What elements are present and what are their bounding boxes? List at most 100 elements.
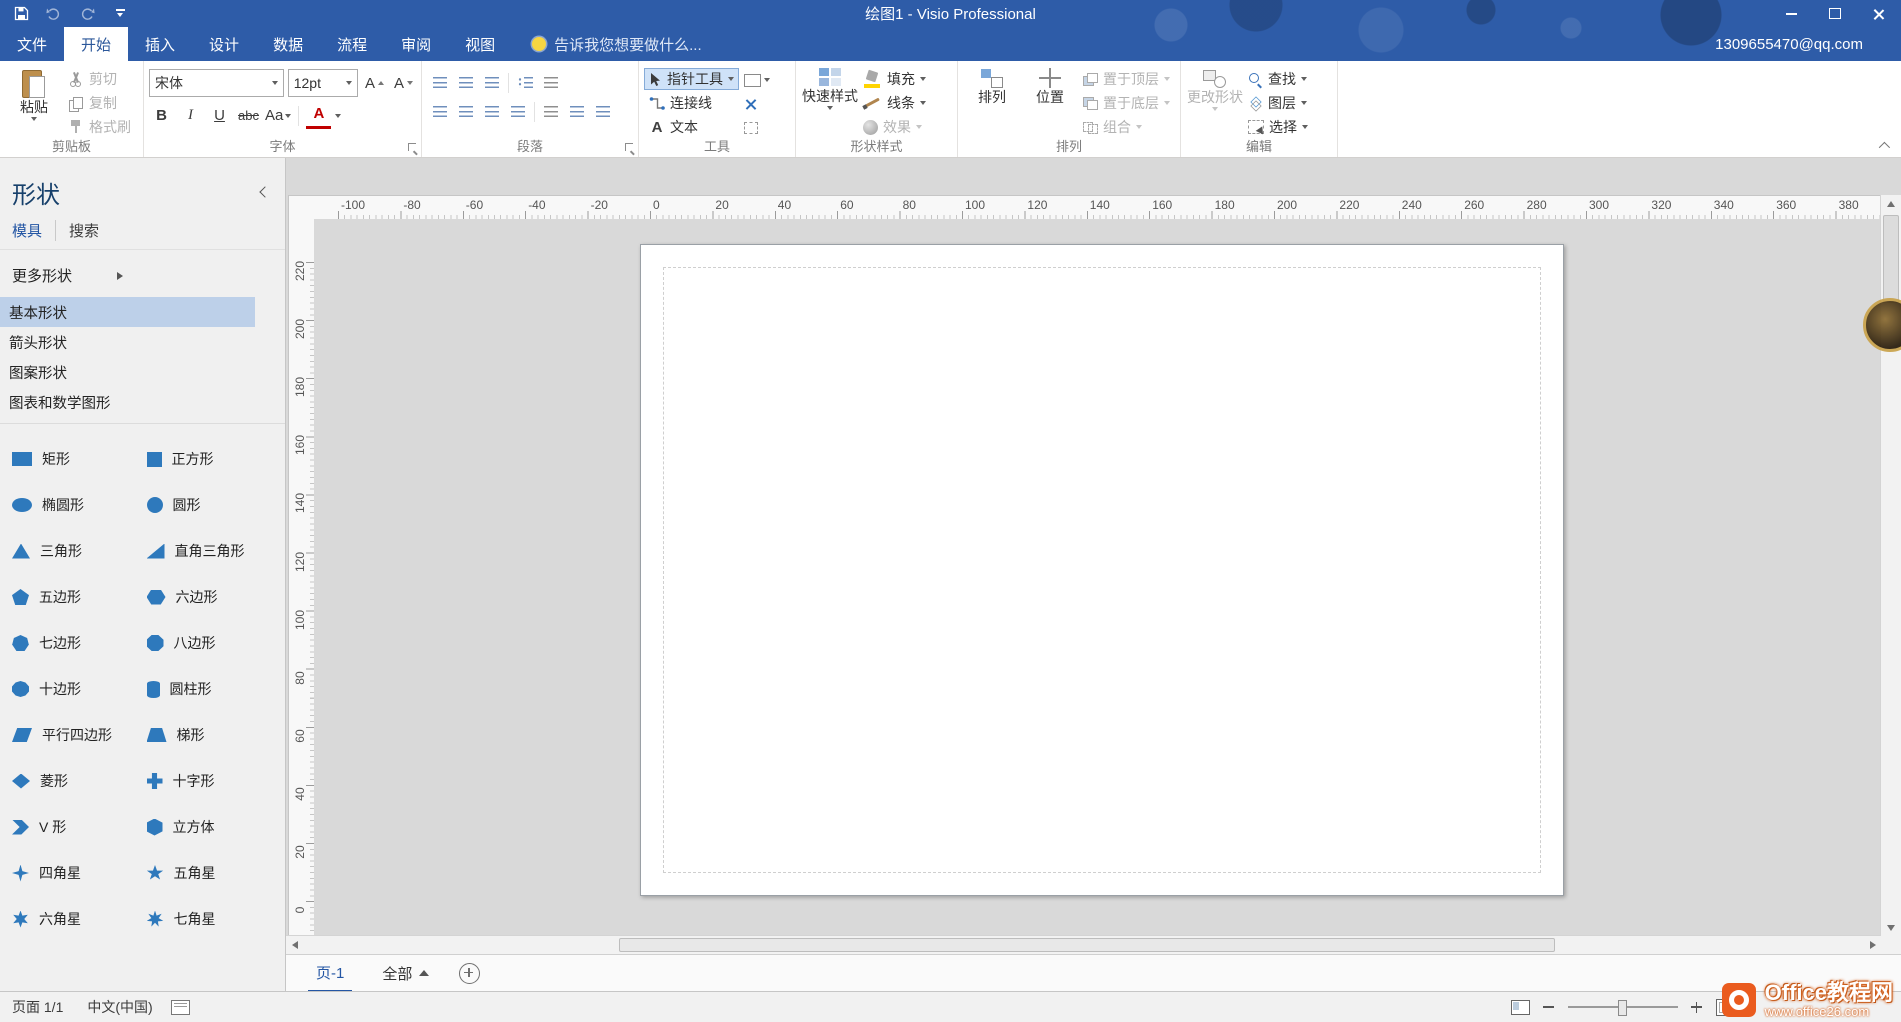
page-indicator[interactable]: 页面 1/1 (0, 992, 75, 1022)
strikethrough-button[interactable]: abc (236, 104, 261, 128)
shape-item[interactable]: 正方形 (147, 436, 282, 482)
group-button[interactable]: 组合 (1079, 115, 1174, 138)
bullets-button[interactable] (512, 71, 538, 94)
account-email[interactable]: 1309655470@qq.com (1715, 27, 1901, 61)
zoom-slider[interactable] (1568, 1000, 1678, 1014)
stencil-item[interactable]: 图表和数学图形 (0, 387, 255, 417)
page-tab[interactable]: 页-1 (308, 954, 352, 992)
tab-stencils[interactable]: 模具 (12, 220, 55, 241)
customize-qat-button[interactable] (111, 5, 129, 23)
tab-文件[interactable]: 文件 (0, 27, 64, 61)
scroll-down-button[interactable] (1881, 919, 1901, 936)
shape-item[interactable]: 矩形 (12, 436, 147, 482)
shape-item[interactable]: 四角星 (12, 850, 147, 896)
bold-button[interactable]: B (149, 104, 174, 128)
format-painter-button[interactable]: 格式刷 (63, 115, 135, 138)
shape-item[interactable]: 平行四边形 (12, 712, 147, 758)
cut-button[interactable]: 剪切 (63, 68, 135, 91)
restore-button[interactable] (1813, 0, 1857, 27)
tab-开始[interactable]: 开始 (64, 27, 128, 61)
shape-item[interactable]: 圆形 (147, 482, 282, 528)
text-block-tool-button[interactable] (744, 118, 770, 138)
send-to-back-button[interactable]: 置于底层 (1079, 92, 1174, 115)
close-button[interactable] (1857, 0, 1901, 27)
font-color-dropdown-icon[interactable] (335, 114, 341, 118)
align-right-button[interactable] (479, 100, 505, 123)
increase-font-button[interactable]: A (362, 71, 387, 95)
quick-styles-button[interactable]: 快速样式 (801, 65, 859, 138)
drawing-canvas[interactable] (314, 219, 1881, 936)
all-pages-button[interactable]: 全部 (382, 963, 429, 984)
font-color-button[interactable]: A (306, 102, 331, 129)
tab-数据[interactable]: 数据 (256, 27, 320, 61)
italic-button[interactable]: I (178, 104, 203, 128)
character-spacing-button[interactable] (538, 71, 564, 94)
zoom-in-button[interactable] (1690, 1000, 1704, 1014)
change-case-button[interactable]: Aa (265, 104, 291, 128)
shape-item[interactable]: 六角星 (12, 896, 147, 942)
presentation-view-icon[interactable] (1511, 1000, 1530, 1015)
shape-item[interactable]: 十字形 (147, 758, 282, 804)
text-tool-button[interactable]: A 文本 (644, 116, 739, 138)
minimize-button[interactable] (1769, 0, 1813, 27)
collapse-ribbon-button[interactable] (1875, 139, 1891, 153)
fill-button[interactable]: 填充 (859, 68, 930, 90)
shape-item[interactable]: 椭圆形 (12, 482, 147, 528)
paragraph-dialog-launcher[interactable] (625, 143, 635, 153)
decrease-font-button[interactable]: A (391, 71, 416, 95)
align-middle-button[interactable] (453, 71, 479, 94)
shape-item[interactable]: 五边形 (12, 574, 147, 620)
shape-item[interactable]: 八边形 (147, 620, 282, 666)
shape-item[interactable]: 七边形 (12, 620, 147, 666)
tell-me-box[interactable]: 告诉我您想要做什么... (532, 27, 702, 61)
shape-item[interactable]: 梯形 (147, 712, 282, 758)
change-shape-button[interactable]: 更改形状 (1186, 65, 1244, 138)
arrange-button[interactable]: 排列 (963, 65, 1021, 138)
layers-button[interactable]: 图层 (1244, 92, 1312, 115)
justify-button[interactable] (505, 100, 531, 123)
pointer-tool-button[interactable]: 指针工具 (644, 68, 739, 90)
shape-item[interactable]: 十边形 (12, 666, 147, 712)
shape-item[interactable]: 菱形 (12, 758, 147, 804)
align-top-button[interactable] (427, 71, 453, 94)
stencil-item[interactable]: 图案形状 (0, 357, 255, 387)
scroll-right-button[interactable] (1864, 936, 1881, 954)
shape-item[interactable]: 三角形 (12, 528, 147, 574)
shape-item[interactable]: V 形 (12, 804, 147, 850)
align-bottom-button[interactable] (479, 71, 505, 94)
tab-视图[interactable]: 视图 (448, 27, 512, 61)
font-dialog-launcher[interactable] (408, 143, 418, 153)
position-button[interactable]: 位置 (1021, 65, 1079, 138)
font-name-select[interactable]: 宋体 (149, 69, 284, 97)
tab-插入[interactable]: 插入 (128, 27, 192, 61)
tab-设计[interactable]: 设计 (192, 27, 256, 61)
horizontal-scroll-thumb[interactable] (619, 938, 1555, 952)
shape-draw-tool-button[interactable] (744, 70, 770, 90)
redo-button[interactable] (78, 5, 96, 23)
connection-point-tool-button[interactable] (744, 94, 770, 114)
undo-button[interactable] (45, 5, 63, 23)
shape-item[interactable]: 直角三角形 (147, 528, 282, 574)
effects-button[interactable]: 效果 (859, 116, 930, 138)
line-button[interactable]: 线条 (859, 92, 930, 114)
increase-indent-button[interactable] (590, 100, 616, 123)
collapse-panel-button[interactable] (259, 188, 269, 198)
text-direction-button[interactable] (538, 100, 564, 123)
vertical-scroll-thumb[interactable] (1883, 215, 1899, 303)
zoom-slider-thumb[interactable] (1618, 1000, 1627, 1016)
decrease-indent-button[interactable] (564, 100, 590, 123)
shape-item[interactable]: 立方体 (147, 804, 282, 850)
shape-item[interactable]: 七角星 (147, 896, 282, 942)
align-center-button[interactable] (453, 100, 479, 123)
tab-search[interactable]: 搜索 (55, 220, 112, 241)
shape-item[interactable]: 六边形 (147, 574, 282, 620)
font-size-select[interactable]: 12pt (288, 69, 358, 97)
copy-button[interactable]: 复制 (63, 92, 135, 115)
stencil-item[interactable]: 箭头形状 (0, 327, 255, 357)
underline-button[interactable]: U (207, 104, 232, 128)
add-page-button[interactable] (459, 963, 480, 984)
stencil-item[interactable]: 基本形状 (0, 297, 255, 327)
zoom-out-button[interactable] (1542, 1000, 1556, 1014)
status-panel-icon[interactable] (171, 1000, 190, 1015)
tab-流程[interactable]: 流程 (320, 27, 384, 61)
